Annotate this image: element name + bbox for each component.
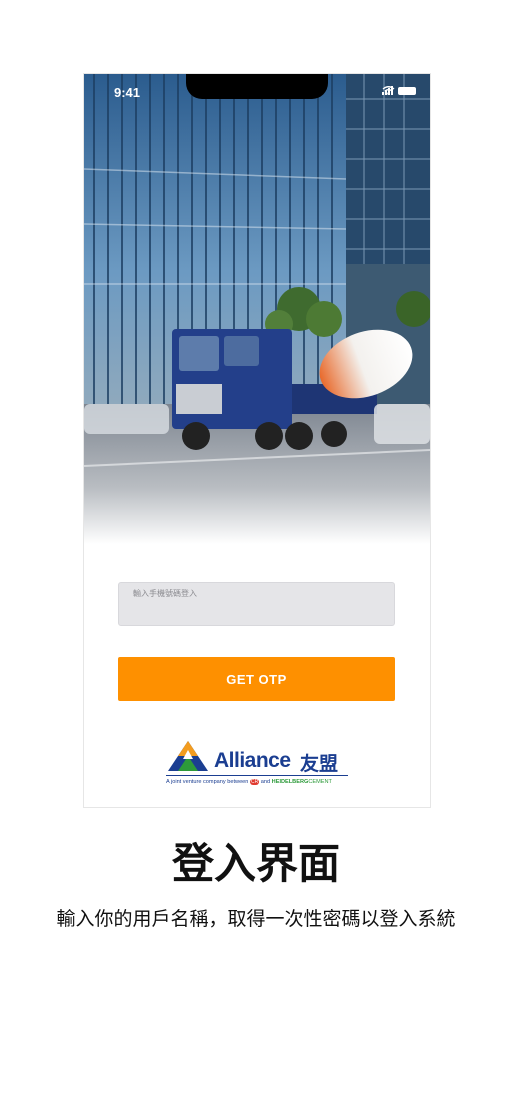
heidelberg-light: CEMENT — [308, 779, 332, 785]
phone-mockup: 9:41 輸入手機號碼登入 GET OTP Alliance 友盟 A join… — [83, 73, 431, 808]
status-icons — [382, 86, 416, 95]
phone-number-placeholder: 輸入手機號碼登入 — [133, 589, 197, 598]
status-time: 9:41 — [114, 85, 141, 100]
tagline-prefix: A joint venture company between — [166, 779, 249, 785]
heidelberg-bold: HEIDELBERG — [271, 779, 309, 785]
concrete-truck-building-illustration — [84, 74, 430, 544]
logo-name-zh: 友盟 — [300, 753, 339, 775]
get-otp-button[interactable]: GET OTP — [118, 657, 395, 701]
logo-name-en: Alliance — [214, 749, 291, 772]
alliance-logo: Alliance 友盟 A joint venture company betw… — [166, 739, 348, 791]
hero-photo: 9:41 — [84, 74, 430, 544]
get-otp-label: GET OTP — [226, 671, 287, 687]
cr-badge: CR — [249, 779, 260, 785]
notch — [186, 74, 328, 99]
page-title: 登入界面 — [171, 839, 340, 888]
alliance-triangle-icon — [168, 741, 208, 771]
battery-icon — [398, 87, 416, 95]
logo-divider — [166, 775, 348, 776]
wifi-icon — [382, 86, 395, 95]
phone-number-input[interactable]: 輸入手機號碼登入 — [118, 582, 395, 626]
logo-tagline: A joint venture company between CR and H… — [166, 779, 332, 785]
page-description: 輸入你的用戶名稱，取得一次性密碼以登入系統 — [56, 908, 456, 930]
tagline-and: and — [260, 779, 271, 785]
